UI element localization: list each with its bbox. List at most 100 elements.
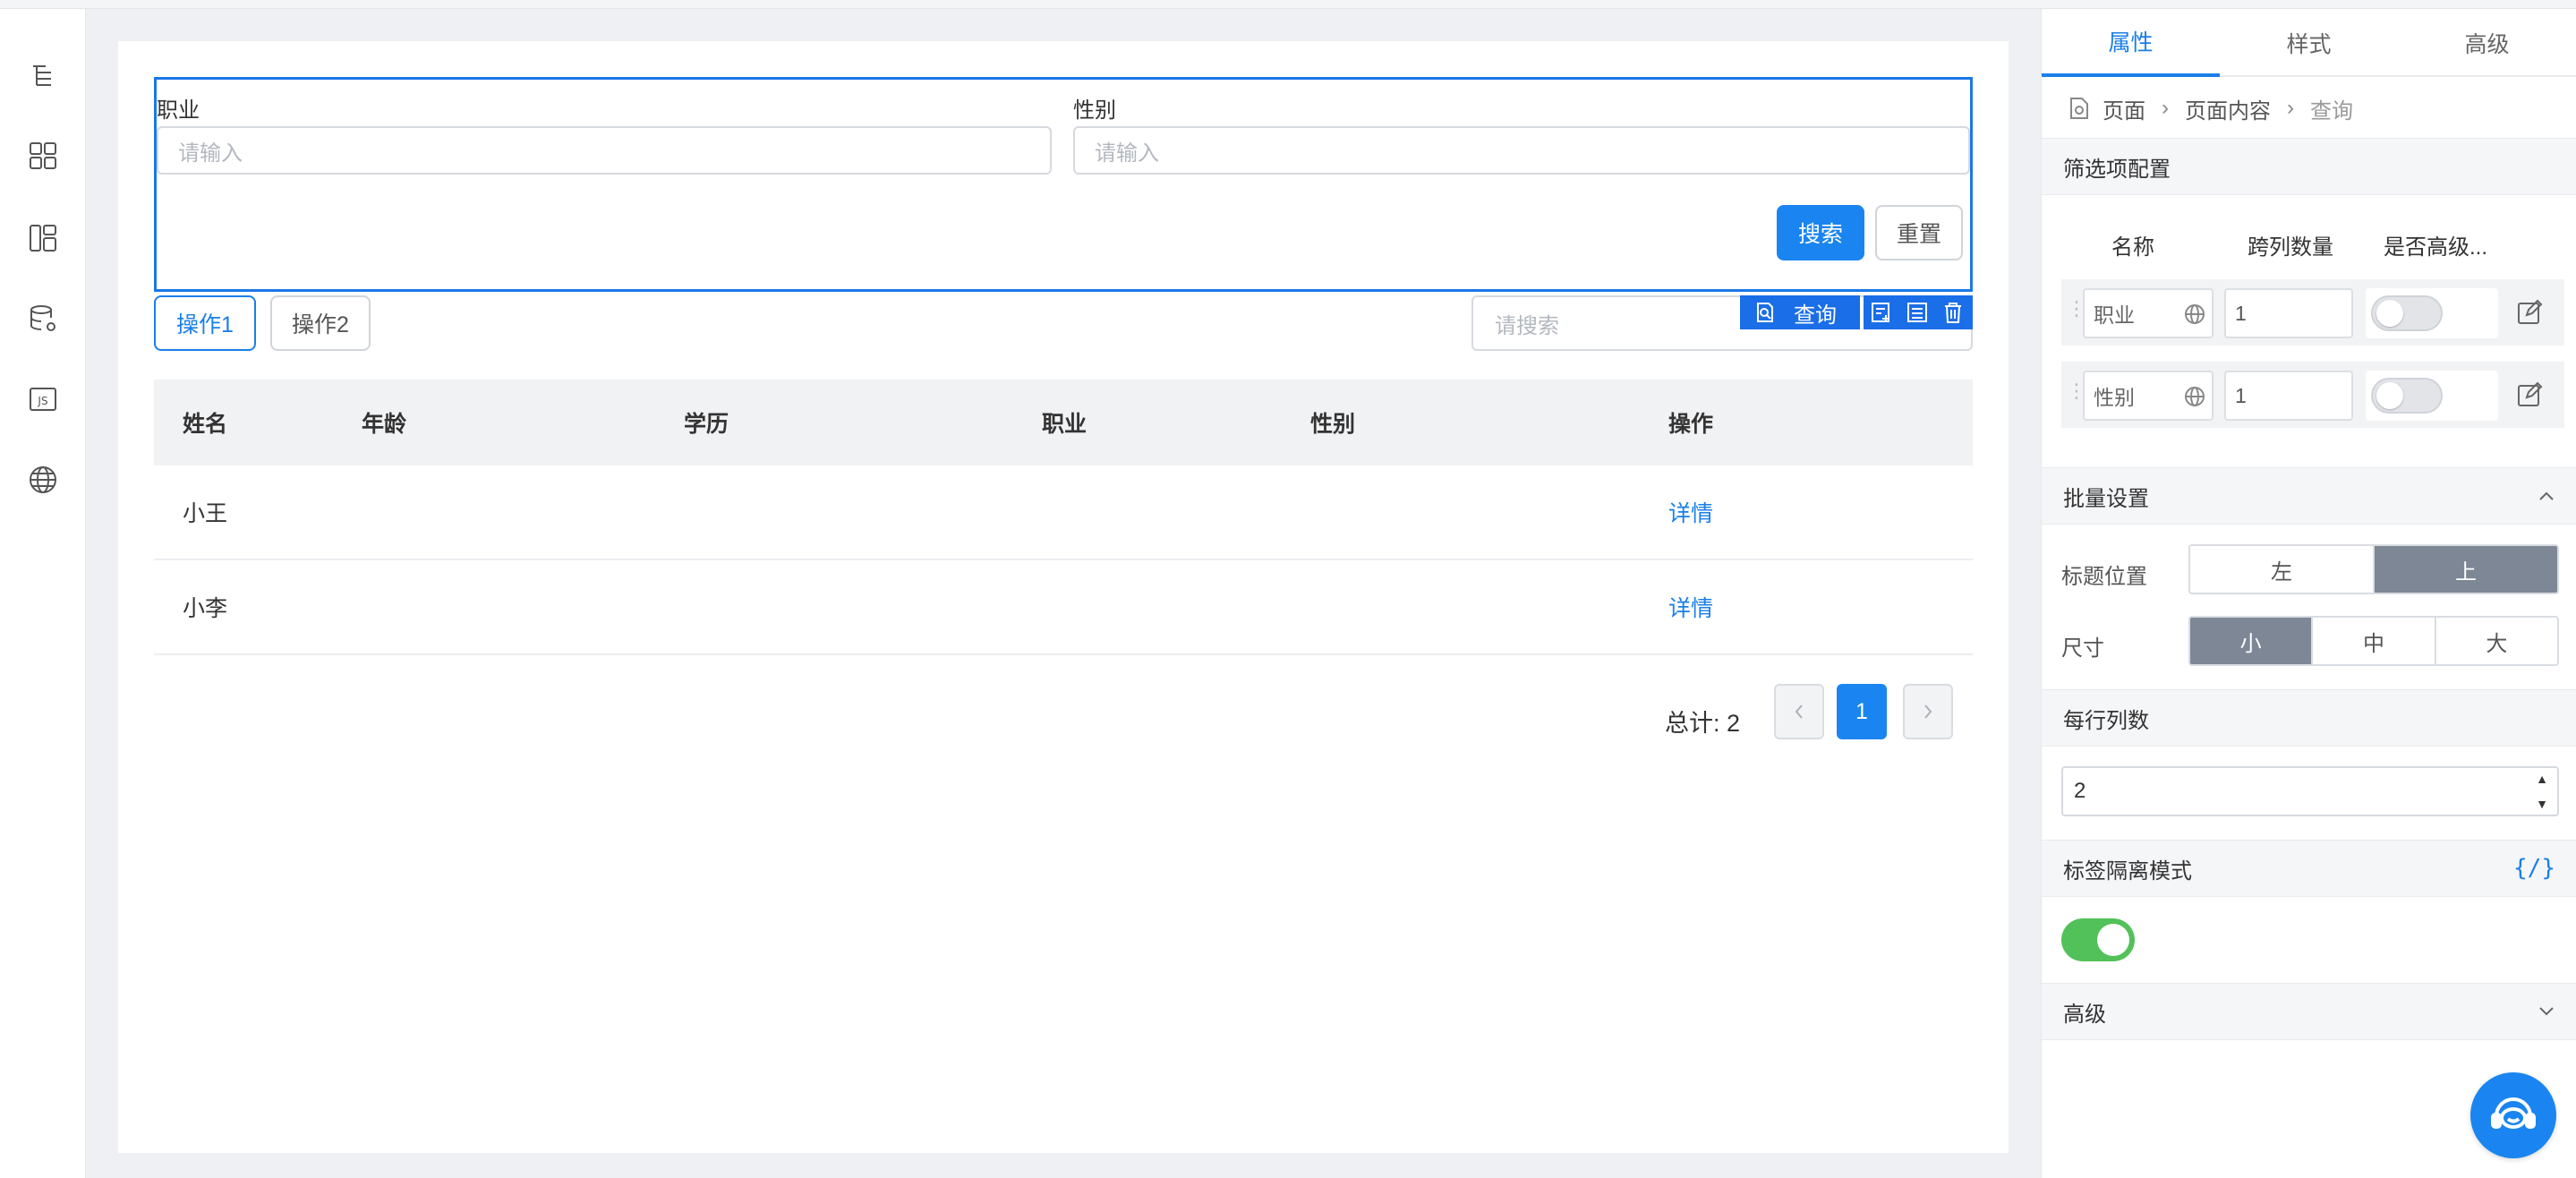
tab-properties[interactable]: 属性 [2042, 9, 2220, 77]
outline-tree-icon[interactable] [25, 57, 61, 93]
design-canvas: 职业 请输入 性别 请输入 搜索 重置 操作1 操作2 请搜索 查询 姓名 年龄… [118, 41, 2009, 1153]
size-label: 尺寸 [2061, 636, 2104, 661]
panel-tabs: 属性 样式 高级 [2042, 9, 2576, 77]
breadcrumb: 页面 › 页面内容 › 查询 [2042, 79, 2576, 138]
left-sidebar: JS [0, 9, 86, 1178]
globe-icon[interactable] [25, 462, 61, 498]
size-segment: 小 中 大 [2188, 616, 2559, 666]
column-header: 学历 [684, 412, 729, 437]
details-link[interactable]: 详情 [1668, 496, 1713, 528]
breadcrumb-item[interactable]: 页面内容 [2185, 93, 2271, 124]
components-grid-icon[interactable] [25, 138, 61, 174]
headset-chat-icon [2491, 1097, 2536, 1129]
cell-name: 小王 [183, 501, 228, 526]
chevron-up-icon [2539, 491, 2554, 500]
column-header: 姓名 [183, 412, 228, 437]
globe-icon[interactable] [2183, 303, 2206, 326]
size-large[interactable]: 大 [2435, 618, 2557, 664]
page-number-button[interactable]: 1 [1837, 684, 1887, 739]
delete-component-icon[interactable] [1935, 295, 1971, 329]
filter-item-row: ⋮⋮ 职业 1 [2061, 279, 2564, 346]
code-expression-icon[interactable]: {/} [2513, 855, 2555, 882]
filter-name-text: 职业 [2094, 303, 2135, 327]
filter-item-row: ⋮⋮ 性别 1 [2061, 362, 2564, 428]
breadcrumb-item-current: 查询 [2310, 98, 2353, 124]
title-position-left[interactable]: 左 [2190, 546, 2375, 593]
advanced-section-header[interactable]: 高级 [2042, 983, 2576, 1040]
caret-up-icon[interactable]: ▲ [2536, 772, 2548, 786]
columns-per-row-value: 2 [2074, 779, 2086, 803]
col-span-header: 跨列数量 [2248, 235, 2333, 260]
filter-span-input[interactable]: 1 [2224, 371, 2353, 421]
chevron-down-icon [2539, 1007, 2554, 1016]
filter-name-field[interactable]: 职业 [2083, 288, 2213, 338]
col-advanced-header: 是否高级... [2384, 235, 2488, 260]
data-table: 姓名 年龄 学历 职业 性别 操作 小王 详情 小李 详情 [154, 380, 1973, 655]
label-isolation-header: 标签隔离模式 {/} [2042, 840, 2576, 897]
section-title: 筛选项配置 [2063, 157, 2171, 182]
next-page-button[interactable] [1903, 684, 1953, 739]
columns-per-row-header: 每行列数 [2042, 689, 2576, 747]
query-component-icon [1751, 295, 1779, 329]
chevron-left-icon [1795, 704, 1803, 719]
filter-span-input[interactable]: 1 [2224, 288, 2353, 338]
action-button-2[interactable]: 操作2 [270, 295, 371, 351]
component-type-tag[interactable]: 查询 [1740, 295, 1860, 329]
prev-page-button[interactable] [1774, 684, 1824, 739]
label-isolation-toggle[interactable] [2061, 918, 2135, 961]
column-header: 年龄 [362, 412, 407, 437]
chevron-right-icon [1924, 704, 1932, 719]
advanced-toggle[interactable] [2366, 371, 2498, 421]
breadcrumb-item[interactable]: 页面 [2103, 93, 2145, 124]
column-header: 职业 [1042, 412, 1088, 437]
datasource-icon[interactable] [25, 301, 61, 337]
component-actions [1864, 295, 1973, 329]
columns-per-row-input[interactable]: 2 ▲ ▼ [2061, 766, 2559, 816]
size-small[interactable]: 小 [2190, 618, 2314, 664]
title-position-top[interactable]: 上 [2375, 546, 2557, 593]
caret-down-icon[interactable]: ▼ [2536, 797, 2548, 811]
title-position-segment: 左 上 [2188, 544, 2559, 594]
property-panel: 属性 样式 高级 页面 › 页面内容 › 查询 筛选项配置 名称 跨列数量 是否… [2041, 9, 2576, 1178]
section-title: 高级 [2063, 1002, 2106, 1027]
occupation-input[interactable]: 请输入 [157, 126, 1052, 175]
javascript-icon[interactable]: JS [25, 381, 61, 417]
section-title: 每行列数 [2063, 708, 2149, 733]
action-button-1[interactable]: 操作1 [154, 295, 256, 351]
field-label-gender: 性别 [1073, 98, 1116, 123]
field-label-occupation: 职业 [157, 98, 200, 123]
size-medium[interactable]: 中 [2313, 618, 2436, 664]
col-name-header: 名称 [2111, 235, 2154, 260]
advanced-toggle[interactable] [2366, 288, 2498, 338]
chevron-right-icon: › [2162, 96, 2169, 120]
customer-support-button[interactable] [2470, 1072, 2556, 1158]
reset-button[interactable]: 重置 [1875, 205, 1963, 260]
svg-text:JS: JS [37, 395, 47, 407]
tab-advanced[interactable]: 高级 [2398, 9, 2576, 77]
cell-name: 小李 [183, 596, 228, 621]
filter-name-field[interactable]: 性别 [2083, 371, 2213, 421]
details-link[interactable]: 详情 [1668, 591, 1713, 623]
edit-icon[interactable] [2516, 299, 2543, 326]
component-type-label: 查询 [1794, 303, 1837, 328]
column-header: 操作 [1668, 412, 1714, 437]
globe-icon[interactable] [2183, 385, 2206, 408]
search-button[interactable]: 搜索 [1777, 205, 1864, 260]
layout-icon[interactable] [25, 220, 61, 256]
top-bar [0, 0, 2576, 9]
copy-component-icon[interactable] [1899, 295, 1935, 329]
tab-style[interactable]: 样式 [2220, 9, 2398, 77]
query-form-container[interactable]: 职业 请输入 性别 请输入 搜索 重置 [154, 77, 1973, 292]
gender-input[interactable]: 请输入 [1073, 126, 1970, 175]
number-spinner[interactable]: ▲ ▼ [2532, 772, 2552, 811]
filter-name-text: 性别 [2094, 386, 2135, 409]
section-title: 标签隔离模式 [2063, 858, 2192, 884]
column-header: 性别 [1310, 412, 1356, 437]
page-icon [2070, 98, 2088, 119]
add-component-icon[interactable] [1864, 295, 1899, 329]
filter-config-header: 筛选项配置 [2042, 138, 2576, 195]
edit-icon[interactable] [2516, 381, 2543, 408]
title-position-label: 标题位置 [2061, 565, 2147, 589]
batch-settings-header[interactable]: 批量设置 [2042, 467, 2576, 525]
table-row: 小王 详情 [154, 465, 1973, 560]
